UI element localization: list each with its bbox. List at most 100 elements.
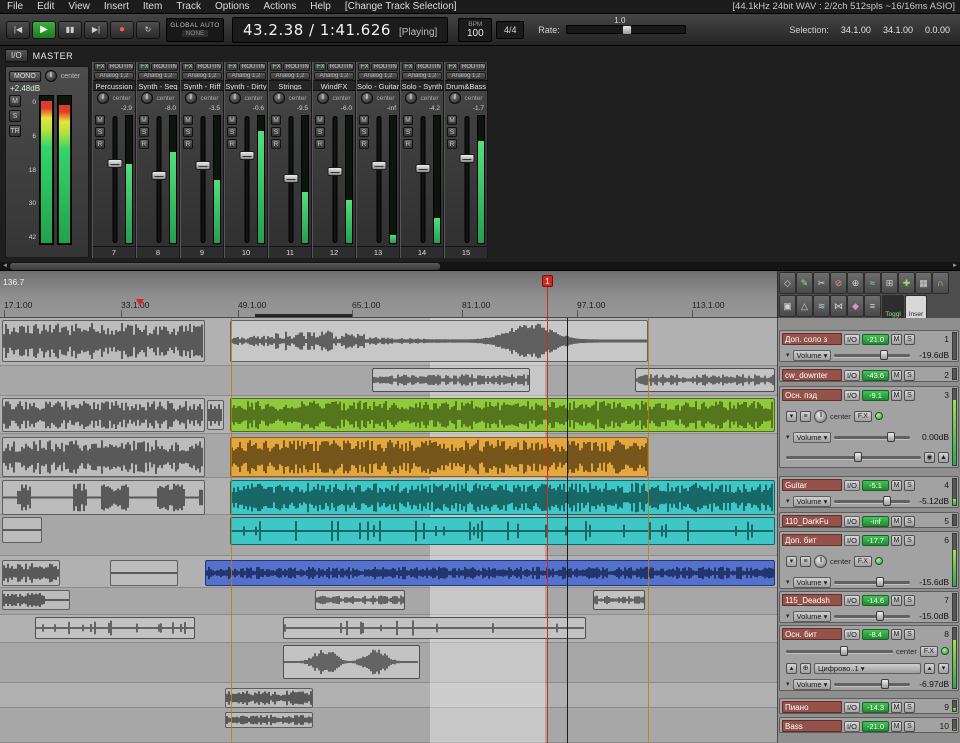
solo-button[interactable]: S [904,701,916,713]
fx-button[interactable]: FX [446,63,458,71]
fx-button[interactable]: F.X [919,645,938,657]
solo-button[interactable]: S [904,594,916,606]
fx-button[interactable]: FX [314,63,326,71]
s-button[interactable]: S [359,127,369,137]
routing-button[interactable]: ROUTING [238,63,266,71]
media-item[interactable] [2,437,205,477]
output-destination[interactable]: Analog 1,2 [446,72,486,80]
menu-item-changetrackselection[interactable]: [Change Track Selection] [338,1,464,12]
media-item[interactable] [205,560,775,586]
menu-item-edit[interactable]: Edit [30,1,61,12]
pan-knob[interactable] [449,92,462,104]
chevron-down-icon[interactable]: ▾ [786,680,790,688]
io-button[interactable]: I/O [844,701,861,713]
r-button[interactable]: R [447,139,457,149]
output-destination[interactable]: Analog 1,2 [358,72,398,80]
repeat-button[interactable]: ↻ [136,20,160,39]
volume-fader[interactable] [459,115,475,244]
play-button[interactable]: ▶ [32,20,56,39]
volume-fader[interactable] [107,115,123,244]
r-button[interactable]: R [271,139,281,149]
mute-button[interactable]: M [891,720,903,732]
media-item[interactable] [2,517,42,543]
chevron-down-icon[interactable]: ▾ [786,351,790,359]
s-button[interactable]: S [403,127,413,137]
fx-enabled-led-icon[interactable] [874,412,883,420]
track-name[interactable]: Осн. пэд [782,389,842,401]
solo-button[interactable]: S [904,515,916,527]
red-marker-icon[interactable] [136,299,144,306]
group-icon[interactable]: ◆ [847,295,864,317]
io-dock-tab[interactable]: I/O [5,49,28,62]
volume-fader[interactable] [327,115,343,244]
bpm-box[interactable]: BPM 100 [458,17,493,42]
volume-slider-handle[interactable] [887,431,896,442]
media-item[interactable] [2,398,205,432]
monitor-button[interactable]: ▲ [938,451,949,463]
m-button[interactable]: M [315,115,325,125]
ripple-edit-icon[interactable]: ≋ [813,295,830,317]
pause-button[interactable]: ▮▮ [58,20,82,39]
pan-knob[interactable] [405,92,418,104]
track-name[interactable]: Осн. бит [782,628,842,640]
menu-item-track[interactable]: Track [169,1,208,12]
routing-button[interactable]: ROUTING [194,63,222,71]
routing-button[interactable]: ROUTING [106,63,134,71]
solo-button[interactable]: S [904,479,916,491]
track-name[interactable]: 110_DarkFu [782,515,842,527]
media-item[interactable] [225,712,313,728]
output-destination[interactable]: Analog 1,2 [138,72,178,80]
media-item[interactable] [207,400,224,430]
master-s-button[interactable]: S [9,110,21,122]
pan-slider[interactable] [786,645,894,656]
volume-fader[interactable] [195,115,211,244]
mute-button[interactable]: M [891,628,903,640]
s-button[interactable]: S [315,127,325,137]
routing-button[interactable]: ROUTING [414,63,442,71]
razor-tool-icon[interactable]: ✂ [813,272,830,294]
s-button[interactable]: S [139,127,149,137]
fx-button[interactable]: FX [94,63,106,71]
fx-button[interactable]: FX [402,63,414,71]
record-button[interactable]: ● [110,20,134,39]
media-item[interactable] [372,368,530,392]
media-item[interactable] [230,517,775,545]
record-arm-button[interactable]: ◉ [924,451,935,463]
envelope-selector[interactable]: Volume ▾ [792,610,832,622]
media-item[interactable] [593,590,645,610]
envelope-selector[interactable]: Volume ▾ [792,349,832,361]
fx-button[interactable]: FX [138,63,150,71]
track-name[interactable]: Доп. соло з [782,333,842,345]
fader-handle[interactable] [283,174,299,184]
routing-button[interactable]: ROUTING [282,63,310,71]
media-item[interactable] [2,590,70,610]
go-to-start-button[interactable]: |◀ [6,20,30,39]
routing-button[interactable]: ROUTING [326,63,354,71]
output-destination[interactable]: Analog 1,2 [270,72,310,80]
media-item[interactable] [230,398,775,432]
volume-slider[interactable] [834,610,910,621]
volume-slider[interactable] [834,576,910,587]
rate-slider[interactable] [565,25,686,35]
grid-icon[interactable]: ▦ [915,272,932,294]
s-button[interactable]: S [447,127,457,137]
solo-button[interactable]: S [904,534,916,546]
output-destination[interactable]: Analog 1,2 [402,72,442,80]
io-button[interactable]: I/O [844,720,861,732]
crossfade-icon[interactable]: ⋈ [830,295,847,317]
m-button[interactable]: M [227,115,237,125]
fx-enabled-led-icon[interactable] [874,557,883,565]
env-button[interactable]: ▾ [786,555,797,567]
solo-button[interactable]: S [904,369,916,381]
media-item[interactable] [110,560,178,586]
menu-item-view[interactable]: View [61,1,97,12]
arrange-view[interactable] [0,318,777,743]
media-item[interactable] [35,617,195,639]
track-name[interactable]: 115_Deadsh [782,594,842,606]
master-tr-button[interactable]: TR [9,125,21,137]
volume-slider[interactable] [834,678,910,689]
metronome-icon[interactable]: △ [796,295,813,317]
scroll-right-icon[interactable]: ► [950,262,960,271]
mute-button[interactable]: M [891,515,903,527]
up-icon[interactable]: ▴ [924,662,935,674]
